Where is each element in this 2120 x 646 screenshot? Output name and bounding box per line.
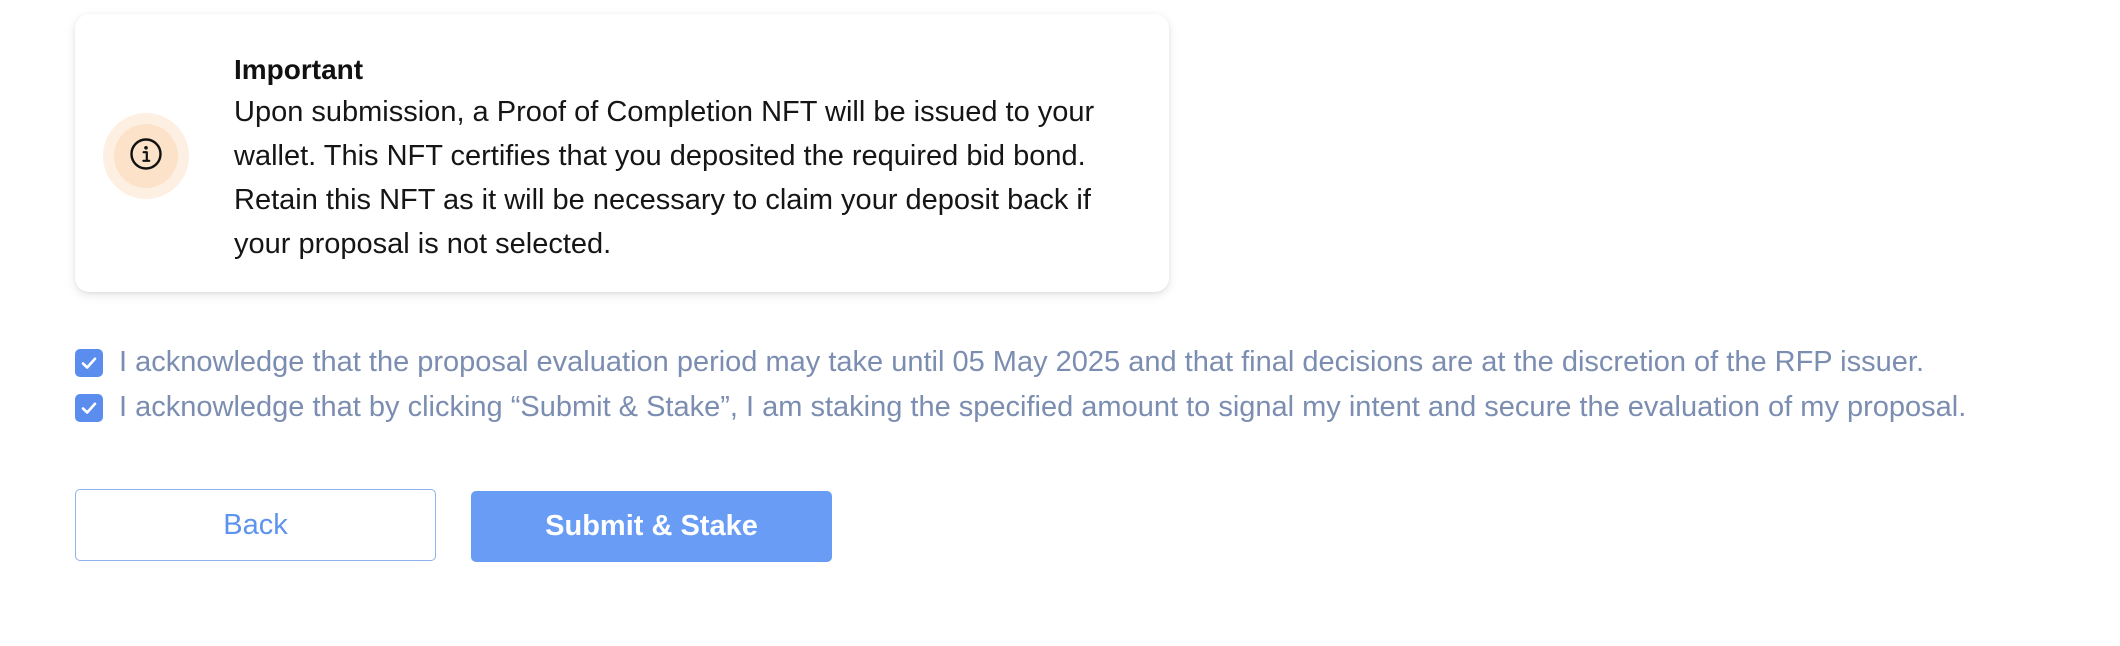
acknowledgement-list: I acknowledge that the proposal evaluati… — [75, 340, 1966, 430]
submission-confirmation-page: Important Upon submission, a Proof of Co… — [0, 0, 2120, 646]
notice-body: Upon submission, a Proof of Completion N… — [234, 96, 1095, 260]
notice-title: Important — [234, 54, 364, 85]
info-icon — [129, 137, 163, 176]
info-badge — [103, 113, 189, 199]
submit-and-stake-button[interactable]: Submit & Stake — [471, 491, 832, 562]
acknowledgement-label[interactable]: I acknowledge that by clicking “Submit &… — [119, 391, 1966, 424]
acknowledgement-label[interactable]: I acknowledge that the proposal evaluati… — [119, 346, 1924, 379]
acknowledgement-checkbox-evaluation-period[interactable] — [75, 348, 103, 377]
acknowledgement-row: I acknowledge that the proposal evaluati… — [75, 340, 1966, 385]
important-notice-card: Important Upon submission, a Proof of Co… — [75, 14, 1169, 292]
back-button[interactable]: Back — [75, 489, 436, 561]
acknowledgement-checkbox-staking[interactable] — [75, 393, 103, 422]
checkmark-icon — [81, 402, 97, 414]
checkmark-icon — [81, 357, 97, 369]
acknowledgement-row: I acknowledge that by clicking “Submit &… — [75, 385, 1966, 430]
